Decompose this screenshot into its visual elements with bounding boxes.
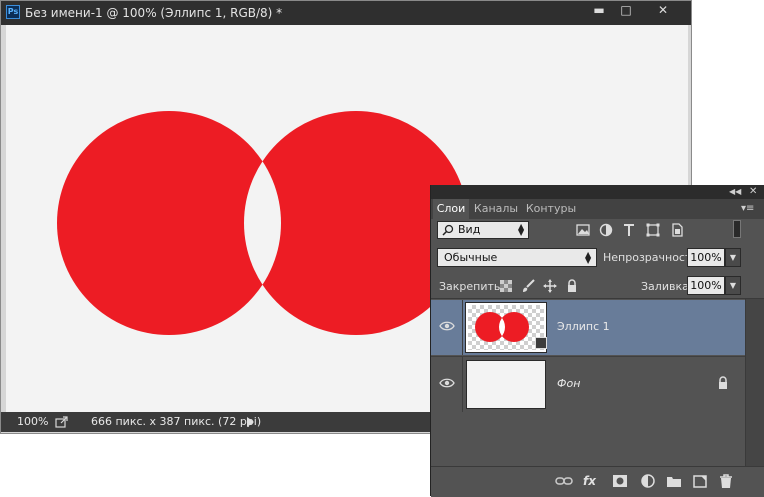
zoom-level[interactable]: 100% (17, 415, 48, 428)
lock-transparent-pixels-icon[interactable] (499, 279, 513, 293)
title-bar[interactable]: Ps Без имени-1 @ 100% (Эллипс 1, RGB/8) … (1, 1, 691, 25)
smart-object-filter-icon[interactable] (669, 222, 685, 238)
fx-icon[interactable]: fx (583, 473, 601, 489)
panel-menu-icon[interactable]: ▾≡ (741, 203, 757, 215)
opacity-input[interactable]: 100% (687, 248, 725, 267)
close-button[interactable]: ✕ (643, 2, 683, 20)
lock-all-icon[interactable] (565, 279, 579, 293)
tab-layers[interactable]: Слои (433, 199, 469, 219)
blend-mode-value: Обычные (444, 251, 498, 264)
image-filter-icon[interactable] (575, 222, 591, 238)
link-icon[interactable] (555, 473, 573, 489)
layer-row-background[interactable]: Фон (431, 356, 745, 412)
close-icon[interactable]: ✕ (749, 186, 761, 198)
layer-row-ellipse-1[interactable]: Эллипс 1 (431, 300, 745, 355)
minimize-button[interactable]: ▬ (586, 2, 612, 20)
layer-thumbnail[interactable] (466, 360, 546, 409)
folder-icon[interactable] (665, 473, 683, 489)
divider (462, 357, 463, 412)
layers-scrollbar[interactable] (745, 299, 764, 466)
layer-name[interactable]: Эллипс 1 (557, 320, 610, 333)
trash-icon[interactable] (717, 473, 735, 489)
lock-image-pixels-icon[interactable] (521, 279, 535, 293)
mask-icon[interactable] (611, 473, 629, 489)
fill-label: Заливка: (641, 280, 693, 293)
layers-panel: ◀◀ ✕ Слои Каналы Контуры ▾≡ Вид ▲ ▼ Обычн… (430, 185, 764, 497)
opacity-dropdown-button[interactable]: ▼ (725, 248, 741, 267)
export-icon[interactable] (55, 416, 69, 428)
document-title: Без имени-1 @ 100% (Эллипс 1, RGB/8) * (25, 6, 283, 20)
photoshop-logo-icon: Ps (6, 5, 20, 19)
play-arrow-icon[interactable] (245, 416, 255, 428)
collapse-icon[interactable]: ◀◀ (729, 186, 743, 198)
updown-arrows-icon: ▲ ▼ (518, 222, 525, 237)
eye-icon[interactable] (439, 320, 455, 332)
layer-thumbnail[interactable] (465, 302, 547, 353)
layer-name[interactable]: Фон (557, 377, 580, 390)
search-icon (442, 224, 454, 236)
panel-tabs: Слои Каналы Контуры ▾≡ (431, 199, 764, 219)
filter-toggle-switch[interactable] (733, 220, 741, 238)
type-filter-icon[interactable] (621, 222, 637, 238)
document-info: 666 пикс. x 387 пикс. (72 ppi) (91, 415, 262, 428)
tab-paths[interactable]: Контуры (523, 199, 579, 219)
divider (431, 298, 764, 299)
blend-mode-select[interactable]: Обычные ▲ ▼ (437, 248, 597, 267)
new-layer-icon[interactable] (691, 473, 709, 489)
tab-channels[interactable]: Каналы (471, 199, 521, 219)
layer-filter-select[interactable]: Вид ▲ ▼ (437, 221, 529, 239)
adjustment-layer-icon[interactable] (639, 473, 657, 489)
lock-icon[interactable] (717, 376, 729, 390)
vector-mask-icon (535, 337, 547, 349)
lock-label: Закрепить: (439, 280, 505, 293)
thumbnail-shapes (475, 312, 529, 342)
filter-label: Вид (458, 223, 481, 236)
panel-header[interactable]: ◀◀ ✕ (431, 185, 764, 199)
fill-input[interactable]: 100% (687, 276, 725, 295)
divider (462, 300, 463, 355)
maximize-button[interactable]: □ (613, 2, 639, 20)
layers-bottom-toolbar: fx (431, 466, 764, 497)
shape-filter-icon[interactable] (645, 222, 661, 238)
adjustment-filter-icon[interactable] (598, 222, 614, 238)
lock-position-icon[interactable] (543, 279, 557, 293)
fill-dropdown-button[interactable]: ▼ (725, 276, 741, 295)
eye-icon[interactable] (439, 377, 455, 389)
updown-arrows-icon: ▲ ▼ (585, 250, 592, 265)
